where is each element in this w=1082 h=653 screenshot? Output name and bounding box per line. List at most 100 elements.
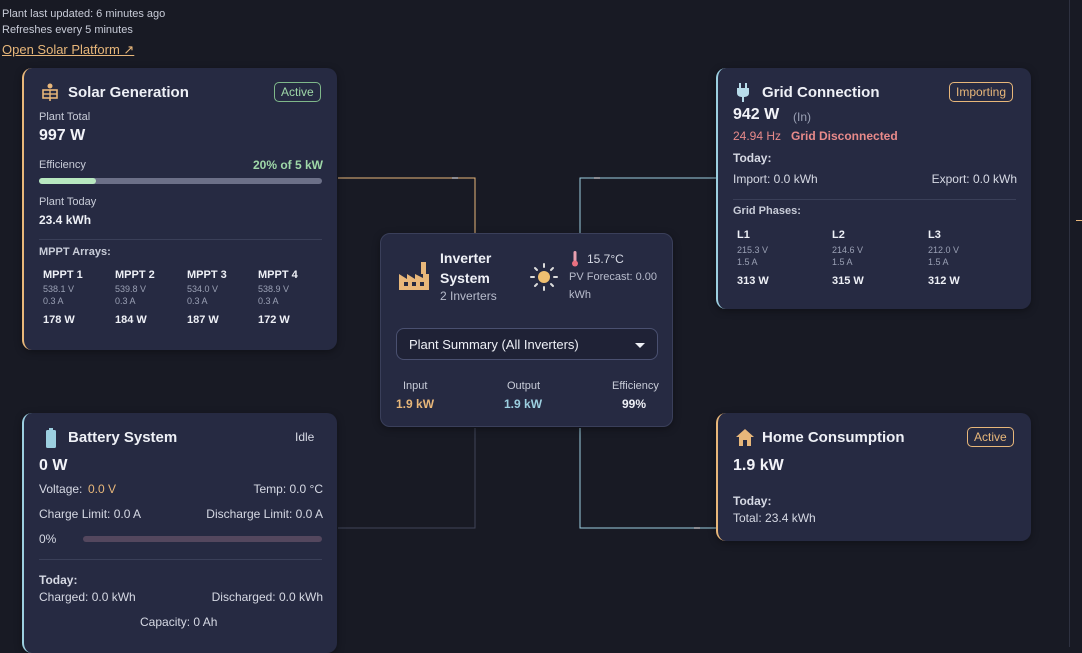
open-solar-platform-link[interactable]: Open Solar Platform ↗: [2, 42, 134, 58]
mppt-current: 0.3 A: [43, 296, 64, 306]
refresh-text: Refreshes every 5 minutes: [2, 24, 133, 36]
mppt-name: MPPT 2: [115, 269, 155, 281]
grid-direction: (In): [793, 110, 811, 124]
mppt-power: 172 W: [258, 314, 290, 326]
phase-power: 312 W: [928, 275, 960, 287]
voltage-value: 0.0 V: [88, 482, 117, 496]
output-value: 1.9 kW: [504, 397, 543, 411]
temperature-value: Temp: 0.0 °C: [253, 482, 324, 496]
temperature-value: 15.7°C: [587, 252, 624, 266]
plant-today-label: Plant Today: [39, 196, 97, 208]
phase-name: L3: [928, 229, 941, 241]
thermometer-icon: [571, 251, 579, 272]
inverter-select[interactable]: Plant Summary (All Inverters): [396, 328, 658, 360]
phase-name: L1: [737, 229, 750, 241]
input-label: Input: [403, 380, 428, 392]
solar-generation-card: Solar Generation Active Plant Total 997 …: [22, 68, 337, 350]
mppt-voltage: 538.1 V: [43, 284, 75, 294]
mppt-item: MPPT 1 538.1 V 0.3 A 178 W: [43, 269, 111, 326]
phase-item: L2 214.6 V 1.5 A 315 W: [832, 229, 912, 287]
card-title: Battery System: [68, 429, 178, 446]
factory-icon: [398, 262, 430, 295]
divider: [39, 559, 322, 560]
capacity-value: Capacity: 0 Ah: [140, 615, 218, 629]
plug-icon: [736, 83, 750, 108]
today-label: Today:: [733, 151, 772, 165]
phase-power: 315 W: [832, 275, 864, 287]
grid-inverter-connector: [579, 177, 716, 233]
inverter-count: 2 Inverters: [440, 289, 497, 303]
efficiency-bar: [39, 178, 322, 184]
input-value: 1.9 kW: [396, 397, 435, 411]
plant-total-label: Plant Total: [39, 111, 91, 123]
grid-frequency: 24.94 Hz: [733, 129, 782, 143]
battery-system-card: Battery System Idle 0 W Voltage: 0.0 V T…: [22, 413, 337, 653]
page-divider: [1069, 0, 1070, 647]
grid-connection-card: Grid Connection Importing 942 W (In) 24.…: [716, 68, 1031, 309]
pv-forecast-unit: kWh: [569, 289, 591, 301]
voltage-label: Voltage:: [39, 482, 83, 496]
phase-name: L2: [832, 229, 845, 241]
plant-total-value: 997 W: [39, 127, 86, 144]
efficiency-label: Efficiency: [612, 380, 659, 392]
efficiency-bar-fill: [39, 178, 96, 184]
divider: [39, 239, 322, 240]
phase-power: 313 W: [737, 275, 769, 287]
home-inverter-connector: [579, 428, 716, 529]
mppt-power: 184 W: [115, 314, 147, 326]
export-value: Export: 0.0 kWh: [931, 172, 1017, 186]
home-power-value: 1.9 kW: [733, 457, 784, 474]
mppt-voltage: 538.9 V: [258, 284, 290, 294]
status-badge: Idle: [295, 430, 315, 444]
scroll-marker: [1076, 220, 1082, 221]
today-label: Today:: [39, 573, 78, 587]
import-value: Import: 0.0 kWh: [733, 172, 818, 186]
inverter-select-value: Plant Summary (All Inverters): [409, 337, 579, 352]
today-label: Today:: [733, 494, 772, 508]
mppt-item: MPPT 4 538.9 V 0.3 A 172 W: [258, 269, 326, 326]
mppt-voltage: 539.8 V: [115, 284, 147, 294]
phase-current: 1.5 A: [928, 257, 949, 267]
total-value: Total: 23.4 kWh: [733, 511, 816, 525]
home-consumption-card: Home Consumption Active 1.9 kW Today: To…: [716, 413, 1031, 541]
pv-forecast-text: PV Forecast: 0.00: [569, 271, 658, 283]
soc-value: 0%: [39, 532, 57, 546]
mppt-name: MPPT 3: [187, 269, 227, 281]
sun-icon: [530, 263, 558, 296]
mppt-arrays-label: MPPT Arrays:: [39, 246, 111, 258]
mppt-current: 0.3 A: [187, 296, 208, 306]
mppt-current: 0.3 A: [115, 296, 136, 306]
mppt-power: 187 W: [187, 314, 219, 326]
mppt-current: 0.3 A: [258, 296, 279, 306]
mppt-voltage: 534.0 V: [187, 284, 219, 294]
phase-voltage: 214.6 V: [832, 245, 864, 255]
status-badge: Importing: [949, 82, 1014, 102]
phase-current: 1.5 A: [832, 257, 853, 267]
inverter-title: Inverter: [440, 250, 492, 266]
chevron-down-icon: [635, 343, 645, 348]
phase-voltage: 212.0 V: [928, 245, 960, 255]
last-updated-text: Plant last updated: 6 minutes ago: [2, 8, 166, 20]
discharged-value: Discharged: 0.0 kWh: [211, 590, 323, 604]
efficiency-value: 20% of 5 kW: [252, 158, 323, 172]
status-badge: Active: [274, 82, 321, 102]
battery-inverter-connector: [338, 428, 476, 529]
discharge-limit: Discharge Limit: 0.0 A: [206, 507, 323, 521]
mppt-name: MPPT 1: [43, 269, 83, 281]
battery-icon: [45, 428, 57, 453]
efficiency-label: Efficiency: [39, 159, 86, 171]
charged-value: Charged: 0.0 kWh: [39, 590, 136, 604]
home-icon: [736, 429, 754, 451]
solar-inverter-connector: [338, 177, 476, 233]
mppt-name: MPPT 4: [258, 269, 298, 281]
mppt-item: MPPT 3 534.0 V 0.3 A 187 W: [187, 269, 255, 326]
phase-current: 1.5 A: [737, 257, 758, 267]
phase-voltage: 215.3 V: [737, 245, 769, 255]
mppt-power: 178 W: [43, 314, 75, 326]
output-label: Output: [507, 380, 541, 392]
grid-phases-label: Grid Phases:: [733, 205, 801, 217]
phase-item: L3 212.0 V 1.5 A 312 W: [928, 229, 1008, 287]
grid-disconnected-status: Grid Disconnected: [791, 129, 898, 143]
phase-item: L1 215.3 V 1.5 A 313 W: [737, 229, 817, 287]
charge-limit: Charge Limit: 0.0 A: [39, 507, 142, 521]
